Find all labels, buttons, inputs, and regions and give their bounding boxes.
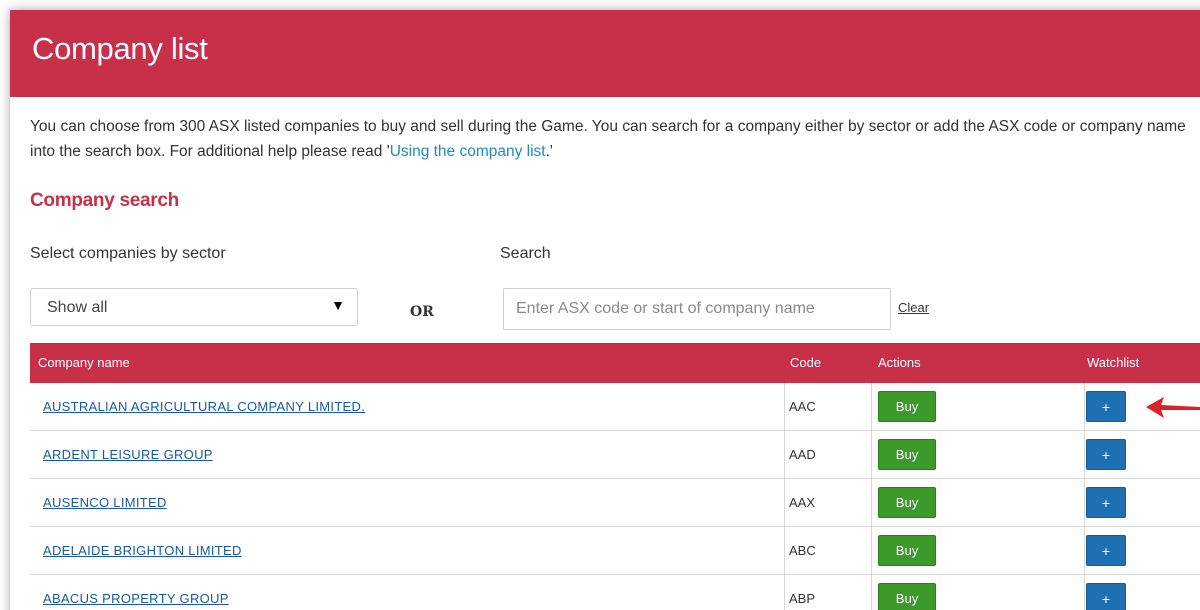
actions-cell: Buy <box>872 431 1085 478</box>
watchlist-cell: + <box>1085 575 1200 610</box>
company-list-help-link[interactable]: Using the company list <box>390 143 546 160</box>
company-name-cell: AUSTRALIAN AGRICULTURAL COMPANY LIMITED. <box>30 383 785 430</box>
company-name-cell: AUSENCO LIMITED <box>30 479 785 526</box>
search-label: Search <box>500 245 551 262</box>
actions-cell: Buy <box>872 479 1085 526</box>
add-to-watchlist-button[interactable]: + <box>1086 391 1126 422</box>
buy-button[interactable]: Buy <box>878 439 936 470</box>
watchlist-cell: + <box>1085 527 1200 574</box>
buy-button[interactable]: Buy <box>878 583 936 610</box>
company-name-cell: ABACUS PROPERTY GROUP <box>30 575 785 610</box>
add-to-watchlist-button[interactable]: + <box>1086 583 1126 610</box>
company-name-link[interactable]: AUSENCO LIMITED <box>43 495 167 510</box>
add-to-watchlist-button[interactable]: + <box>1086 535 1126 566</box>
company-code-cell: ABC <box>785 527 872 574</box>
sector-select[interactable]: Show all ▼ <box>30 288 358 326</box>
page: Company list You can choose from 300 ASX… <box>0 0 1200 610</box>
company-code-cell: AAC <box>785 383 872 430</box>
watchlist-cell: + <box>1085 479 1200 526</box>
red-arrow-left-icon <box>1146 397 1200 418</box>
intro-text: You can choose from 300 ASX listed compa… <box>30 118 1186 160</box>
company-search-title: Company search <box>30 190 179 211</box>
intro-paragraph: You can choose from 300 ASX listed compa… <box>30 114 1190 164</box>
company-name-link[interactable]: ABACUS PROPERTY GROUP <box>43 591 229 606</box>
actions-cell: Buy <box>872 575 1085 610</box>
intro-text-end: .' <box>545 143 553 160</box>
company-name-link[interactable]: ADELAIDE BRIGHTON LIMITED <box>43 543 242 558</box>
buy-button[interactable]: Buy <box>878 391 936 422</box>
page-title: Company list <box>32 31 208 66</box>
watchlist-cell: + <box>1085 431 1200 478</box>
table-row: ARDENT LEISURE GROUP AAD Buy + <box>30 431 1200 479</box>
sector-label: Select companies by sector <box>30 245 226 262</box>
column-header-actions: Actions <box>878 355 921 370</box>
column-header-code[interactable]: Code <box>790 355 821 370</box>
company-name-cell: ADELAIDE BRIGHTON LIMITED <box>30 527 785 574</box>
buy-button[interactable]: Buy <box>878 487 936 518</box>
page-header: Company list <box>10 10 1200 97</box>
table-row: ADELAIDE BRIGHTON LIMITED ABC Buy + <box>30 527 1200 575</box>
add-to-watchlist-button[interactable]: + <box>1086 487 1126 518</box>
company-code-cell: AAD <box>785 431 872 478</box>
actions-cell: Buy <box>872 383 1085 430</box>
table-row: ABACUS PROPERTY GROUP ABP Buy + <box>30 575 1200 610</box>
company-code: ABP <box>789 591 816 606</box>
actions-cell: Buy <box>872 527 1085 574</box>
company-code: AAD <box>789 447 816 462</box>
add-to-watchlist-button[interactable]: + <box>1086 439 1126 470</box>
company-code-cell: ABP <box>785 575 872 610</box>
company-name-link[interactable]: ARDENT LEISURE GROUP <box>43 447 213 462</box>
company-code: AAC <box>789 399 816 414</box>
company-code: AAX <box>789 495 816 510</box>
dropdown-arrow-icon: ▼ <box>331 297 345 313</box>
clear-search-link[interactable]: Clear <box>898 300 929 315</box>
or-label: OR <box>410 304 434 320</box>
company-code: ABC <box>789 543 816 558</box>
company-name-cell: ARDENT LEISURE GROUP <box>30 431 785 478</box>
company-list-panel: Company list You can choose from 300 ASX… <box>10 10 1200 610</box>
sector-select-value: Show all <box>47 299 108 316</box>
company-table: Company name Code Actions Watchlist AUST… <box>30 343 1200 610</box>
company-search-input[interactable] <box>503 288 891 330</box>
table-row: AUSTRALIAN AGRICULTURAL COMPANY LIMITED.… <box>30 383 1200 431</box>
buy-button[interactable]: Buy <box>878 535 936 566</box>
company-code-cell: AAX <box>785 479 872 526</box>
company-name-link[interactable]: AUSTRALIAN AGRICULTURAL COMPANY LIMITED. <box>43 399 365 414</box>
column-header-company-name[interactable]: Company name <box>38 355 130 370</box>
table-row: AUSENCO LIMITED AAX Buy + <box>30 479 1200 527</box>
table-header: Company name Code Actions Watchlist <box>30 343 1200 383</box>
column-header-watchlist: Watchlist <box>1087 355 1140 370</box>
